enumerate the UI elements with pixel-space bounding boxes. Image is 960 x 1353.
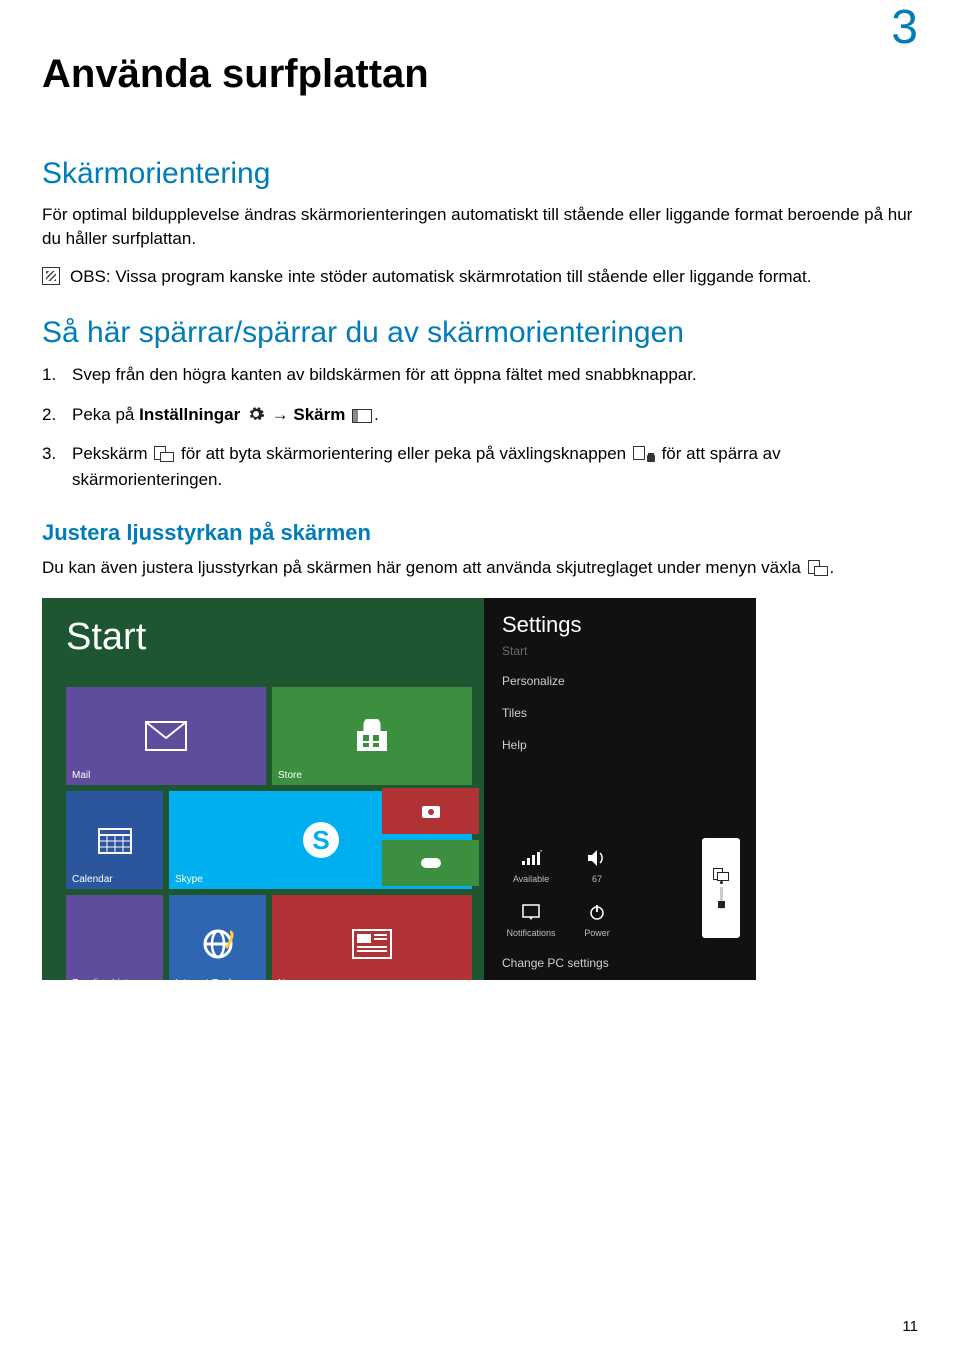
charm-item-tiles[interactable]: Tiles bbox=[502, 706, 740, 720]
brightness-rotate-icon bbox=[713, 868, 729, 880]
gamepad-icon bbox=[382, 840, 479, 886]
tile-mail[interactable]: Mail bbox=[66, 687, 266, 785]
charm-item-help[interactable]: Help bbox=[502, 738, 740, 752]
step-2-end: . bbox=[374, 405, 379, 424]
settings-charm: Settings Start Personalize Tiles Help * … bbox=[484, 598, 756, 980]
tile-reading-list[interactable]: Reading List bbox=[66, 895, 163, 980]
rotate-lock-icon bbox=[633, 446, 655, 462]
page-number: 11 bbox=[902, 1318, 918, 1335]
svg-text:*: * bbox=[540, 850, 542, 856]
tile-reading-label: Reading List bbox=[72, 978, 128, 980]
step-3: Pekskärm för att byta skärmorientering e… bbox=[72, 441, 918, 492]
quick-notifications[interactable]: Notifications bbox=[502, 892, 560, 938]
chapter-number: 3 bbox=[891, 0, 918, 55]
tile-news-label: News bbox=[278, 978, 303, 980]
note-text: OBS: Vissa program kanske inte stöder au… bbox=[70, 265, 811, 289]
start-screen: Start Mail Store Calendar bbox=[42, 598, 484, 980]
section-heading-orientation: Skärmorientering bbox=[42, 157, 918, 191]
power-icon bbox=[580, 899, 614, 925]
store-icon bbox=[272, 687, 472, 785]
tile-ie-label: Internet Explorer bbox=[175, 978, 249, 980]
screen-label: Skärm bbox=[293, 405, 345, 424]
gear-icon bbox=[247, 405, 265, 423]
charm-subtitle: Start bbox=[502, 644, 740, 658]
quick-network[interactable]: * Available bbox=[502, 838, 560, 884]
step-3-pre: Pekskärm bbox=[72, 444, 152, 463]
start-title: Start bbox=[66, 616, 472, 659]
change-pc-settings[interactable]: Change PC settings bbox=[502, 956, 740, 970]
tile-calendar[interactable]: Calendar bbox=[66, 791, 163, 889]
small-tiles-col bbox=[382, 788, 479, 886]
step-1: Svep från den högra kanten av bildskärme… bbox=[72, 362, 918, 388]
tile-camera[interactable] bbox=[382, 788, 479, 834]
step-2: Peka på Inställningar → Skärm . bbox=[72, 402, 918, 428]
arrow-text: → bbox=[272, 405, 294, 424]
step-3-mid: för att byta skärmorientering eller peka… bbox=[181, 444, 631, 463]
wifi-icon: * bbox=[514, 845, 548, 871]
charm-item-personalize[interactable]: Personalize bbox=[502, 674, 740, 688]
brightness-panel[interactable] bbox=[702, 838, 740, 938]
ie-icon bbox=[169, 895, 266, 980]
note-icon bbox=[42, 267, 60, 285]
tile-store[interactable]: Store bbox=[272, 687, 472, 785]
brightness-text: Du kan även justera ljusstyrkan på skärm… bbox=[42, 558, 806, 577]
notifications-icon bbox=[514, 899, 548, 925]
tile-skype-label: Skype bbox=[175, 874, 203, 885]
page-title: Använda surfplattan bbox=[42, 52, 918, 97]
charm-title: Settings bbox=[502, 612, 740, 638]
brightness-dot bbox=[720, 881, 723, 884]
section-heading-lock: Så här spärrar/spärrar du av skärmorient… bbox=[42, 316, 918, 350]
tile-news[interactable]: News bbox=[272, 895, 472, 980]
tile-calendar-label: Calendar bbox=[72, 874, 113, 885]
brightness-end: . bbox=[830, 558, 835, 577]
quick-power-label: Power bbox=[584, 928, 610, 938]
rotate-icon-2 bbox=[808, 560, 828, 576]
section-heading-brightness: Justera ljusstyrkan på skärmen bbox=[42, 520, 918, 546]
quick-actions: * Available 67 Notifications Power bbox=[502, 838, 692, 938]
tile-mail-label: Mail bbox=[72, 770, 90, 781]
camera-icon bbox=[382, 788, 479, 834]
quick-volume-value: 67 bbox=[592, 874, 602, 884]
step-2-text: Peka på bbox=[72, 405, 139, 424]
quick-power[interactable]: Power bbox=[568, 892, 626, 938]
brightness-slider[interactable] bbox=[720, 887, 723, 909]
section-orientation-intro: För optimal bildupplevelse ändras skärmo… bbox=[42, 203, 918, 251]
quick-network-label: Available bbox=[513, 874, 549, 884]
brightness-body: Du kan även justera ljusstyrkan på skärm… bbox=[42, 556, 918, 580]
volume-icon bbox=[580, 845, 614, 871]
quick-notifications-label: Notifications bbox=[506, 928, 555, 938]
svg-text:S: S bbox=[312, 825, 329, 855]
rotate-icon bbox=[154, 446, 174, 462]
steps-list: Svep från den högra kanten av bildskärme… bbox=[42, 362, 918, 492]
settings-label: Inställningar bbox=[139, 405, 240, 424]
mail-icon bbox=[66, 687, 266, 785]
tile-ie[interactable]: Internet Explorer bbox=[169, 895, 266, 980]
note-block: OBS: Vissa program kanske inte stöder au… bbox=[42, 265, 918, 289]
news-icon bbox=[272, 895, 472, 980]
screen-icon bbox=[352, 409, 372, 423]
tile-games[interactable] bbox=[382, 840, 479, 886]
tile-store-label: Store bbox=[278, 770, 302, 781]
quick-volume[interactable]: 67 bbox=[568, 838, 626, 884]
settings-screenshot: Start Mail Store Calendar bbox=[42, 598, 756, 980]
